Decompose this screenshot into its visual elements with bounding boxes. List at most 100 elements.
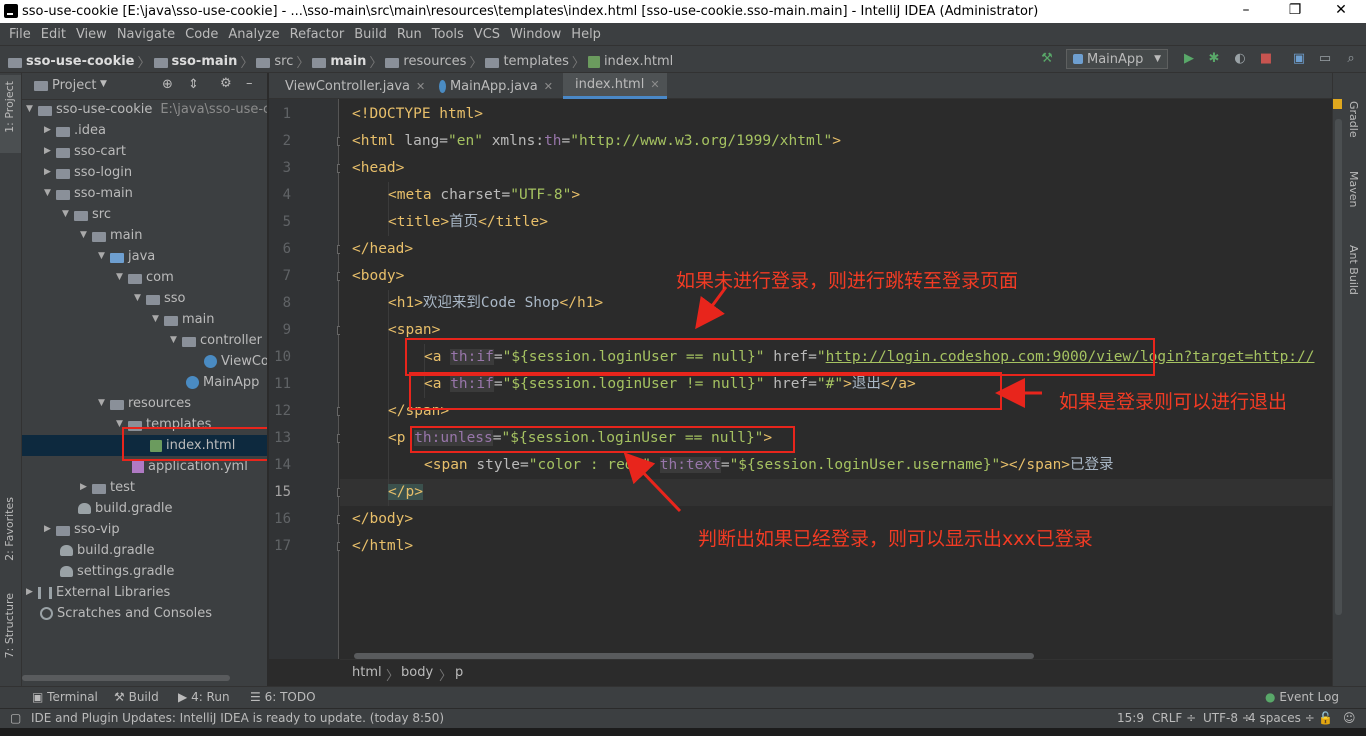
tree-item-build-gradle-main[interactable]: build.gradle <box>78 498 173 519</box>
file-encoding[interactable]: UTF-8 ÷ <box>1203 711 1252 725</box>
gear-icon[interactable]: ⚙ <box>220 76 232 91</box>
tree-item-sso[interactable]: ▼ sso <box>134 288 186 309</box>
tree-item-sso-login[interactable]: ▶ sso-login <box>44 162 132 183</box>
run-config-dropdown[interactable]: MainApp ▼ <box>1066 49 1168 69</box>
tree-item-test[interactable]: ▶ test <box>80 477 135 498</box>
tab-viewcontroller[interactable]: ViewController.java ✕ <box>273 73 427 99</box>
tree-item-idea[interactable]: ▶ .idea <box>44 120 106 141</box>
indent-setting[interactable]: 4 spaces ÷ <box>1248 711 1315 725</box>
menu-edit[interactable]: Edit <box>36 27 71 42</box>
chevron-down-icon[interactable]: ▼ <box>100 79 107 89</box>
close-button[interactable]: ✕ <box>1331 2 1351 20</box>
breadcrumb-file[interactable]: index.html <box>604 54 673 69</box>
collapse-icon[interactable]: ⇕ <box>188 77 199 92</box>
editor-crumb-p[interactable]: p <box>455 665 463 680</box>
tree-item-mainapp[interactable]: MainApp <box>186 372 259 393</box>
tab-mainapp[interactable]: MainApp.java ✕ <box>431 73 561 99</box>
coverage-icon[interactable]: ◐ <box>1233 52 1247 66</box>
java-class-icon <box>439 79 446 93</box>
tree-item-sso-vip[interactable]: ▶ sso-vip <box>44 519 120 540</box>
menu-help[interactable]: Help <box>566 27 606 42</box>
tab-maven[interactable]: Maven <box>1347 171 1360 207</box>
tree-item-external-libraries[interactable]: ▶ External Libraries <box>26 582 170 603</box>
left-tool-strip: 1: Project 2: Favorites 7: Structure <box>0 73 22 686</box>
menu-view[interactable]: View <box>71 27 112 42</box>
tree-item-viewcontroller[interactable]: ViewCo <box>204 351 267 372</box>
tree-horizontal-scrollbar[interactable] <box>22 675 230 681</box>
stop-icon[interactable]: ■ <box>1259 52 1273 66</box>
breadcrumb-templates[interactable]: templates <box>503 54 568 69</box>
terminal-tool[interactable]: ▣ Terminal <box>32 690 98 704</box>
warning-stripe-icon[interactable] <box>1333 99 1342 109</box>
tree-item-com[interactable]: ▼ com <box>116 267 174 288</box>
menu-file[interactable]: File <box>4 27 36 42</box>
minimize-button[interactable]: – <box>1236 2 1256 20</box>
status-toggle-icon[interactable]: ▢ <box>10 711 21 725</box>
locate-icon[interactable]: ⊕ <box>162 77 173 92</box>
todo-tool[interactable]: ☰ 6: TODO <box>250 690 316 704</box>
status-message[interactable]: IDE and Plugin Updates: IntelliJ IDEA is… <box>31 711 444 725</box>
breadcrumb-resources[interactable]: resources <box>403 54 466 69</box>
menu-tools[interactable]: Tools <box>427 27 469 42</box>
tree-item-main-pkg[interactable]: ▼ main <box>152 309 214 330</box>
menu-vcs[interactable]: VCS <box>469 27 505 42</box>
project-panel-title[interactable]: Project <box>52 78 96 93</box>
menu-build[interactable]: Build <box>349 27 392 42</box>
close-icon[interactable]: ✕ <box>650 78 659 91</box>
tab-ant-build[interactable]: Ant Build <box>1347 245 1360 295</box>
build-tool[interactable]: ⚒ Build <box>114 690 159 704</box>
tree-item-build-gradle[interactable]: build.gradle <box>60 540 155 561</box>
line-separator[interactable]: CRLF ÷ <box>1152 711 1196 725</box>
editor-vertical-scrollbar[interactable] <box>1335 119 1342 615</box>
bottom-tool-bar: ▣ Terminal ⚒ Build ▶ 4: Run ☰ 6: TODO ● … <box>0 686 1366 708</box>
tree-item-sso-use-cookie[interactable]: ▼ sso-use-cookie E:\java\sso-use-co <box>26 99 267 120</box>
menu-code[interactable]: Code <box>180 27 223 42</box>
run-tool[interactable]: ▶ 4: Run <box>178 690 230 704</box>
breadcrumb-module[interactable]: sso-main <box>172 54 238 69</box>
lock-icon[interactable]: 🔓 <box>1318 711 1333 725</box>
tree-item-controller[interactable]: ▼ controller <box>170 330 262 351</box>
search-icon[interactable]: ⌕ <box>1344 52 1358 66</box>
menu-refactor[interactable]: Refactor <box>285 27 350 42</box>
tree-item-sso-cart[interactable]: ▶ sso-cart <box>44 141 126 162</box>
tree-item-main[interactable]: ▼ main <box>80 225 142 246</box>
breadcrumb-project[interactable]: sso-use-cookie <box>26 54 135 69</box>
caret-position[interactable]: 15:9 <box>1117 711 1144 725</box>
tab-structure[interactable]: 7: Structure <box>3 593 16 658</box>
hammer-icon[interactable]: ⚒ <box>1040 52 1054 66</box>
menu-run[interactable]: Run <box>392 27 427 42</box>
menu-analyze[interactable]: Analyze <box>223 27 284 42</box>
editor-crumb-html[interactable]: html <box>352 665 382 680</box>
editor-horizontal-scrollbar[interactable] <box>354 653 1034 659</box>
tree-item-java[interactable]: ▼ java <box>98 246 155 267</box>
tab-favorites[interactable]: 2: Favorites <box>3 497 16 561</box>
line-number: 5 <box>282 214 291 230</box>
inspector-icon[interactable]: ☺ <box>1343 711 1356 725</box>
project-panel-header: Project ▼ ⊕ ⇕ ⚙ – <box>22 73 267 100</box>
tab-index-html[interactable]: index.html ✕ <box>563 73 667 99</box>
menu-navigate[interactable]: Navigate <box>112 27 180 42</box>
code-editor[interactable]: <!DOCTYPE html> <html lang="en" xmlns:th… <box>340 99 1332 659</box>
tree-item-sso-main[interactable]: ▼ sso-main <box>44 183 133 204</box>
app-config-icon <box>1073 54 1083 64</box>
tree-item-resources[interactable]: ▼ resources <box>98 393 191 414</box>
breadcrumb-src[interactable]: src <box>274 54 293 69</box>
close-icon[interactable]: ✕ <box>416 80 425 93</box>
breadcrumb-main[interactable]: main <box>330 54 366 69</box>
tree-item-scratches[interactable]: Scratches and Consoles <box>40 603 212 624</box>
close-icon[interactable]: ✕ <box>544 80 553 93</box>
event-log-tool[interactable]: ● Event Log <box>1265 690 1339 704</box>
tab-gradle[interactable]: Gradle <box>1347 101 1360 138</box>
tab-project[interactable]: 1: Project <box>3 81 16 133</box>
editor-crumb-body[interactable]: body <box>401 665 433 680</box>
tree-item-settings-gradle[interactable]: settings.gradle <box>60 561 174 582</box>
hide-icon[interactable]: – <box>246 76 253 91</box>
project-structure-icon[interactable]: ▣ <box>1292 52 1306 66</box>
layout-icon[interactable]: ▭ <box>1318 52 1332 66</box>
run-icon[interactable]: ▶ <box>1182 52 1196 66</box>
maximize-button[interactable]: ❐ <box>1285 2 1305 20</box>
debug-icon[interactable]: ✱ <box>1207 52 1221 66</box>
annotation-not-logged-in: 如果未进行登录，则进行跳转至登录页面 <box>676 270 1019 292</box>
tree-item-src[interactable]: ▼ src <box>62 204 111 225</box>
menu-window[interactable]: Window <box>505 27 566 42</box>
